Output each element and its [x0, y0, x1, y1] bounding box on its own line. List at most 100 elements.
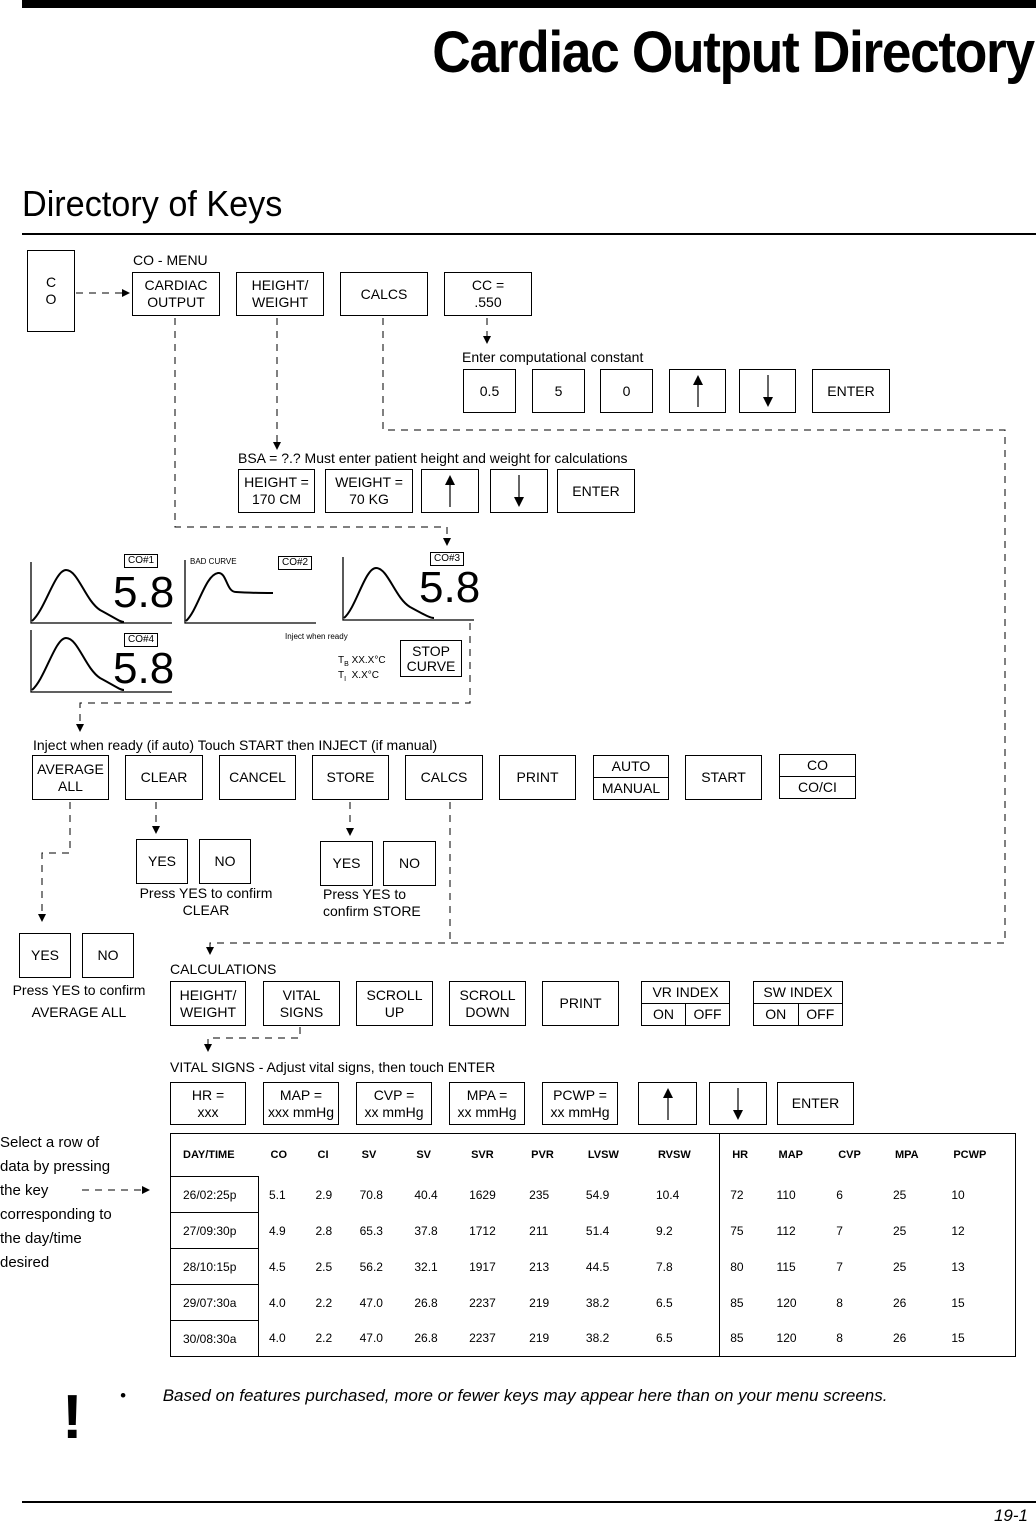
- clear-no-label: NO: [214, 853, 236, 869]
- measure-print-button[interactable]: PRINT: [499, 755, 576, 800]
- pcwp-value: xx mmHg: [550, 1103, 610, 1120]
- store-yes-button[interactable]: YES: [320, 841, 373, 886]
- column-header: MPA: [894, 1149, 919, 1162]
- stop-curve-button[interactable]: STOP CURVE: [400, 640, 462, 677]
- co-ci-option[interactable]: CO/CI: [780, 776, 855, 798]
- sw-index-off[interactable]: OFF: [797, 1004, 843, 1025]
- co-ci-toggle[interactable]: CO CO/CI: [779, 754, 856, 799]
- hr-value: xxx: [197, 1103, 219, 1120]
- measure-calcs-button[interactable]: CALCS: [405, 755, 483, 800]
- day-time-key[interactable]: 26/02:25p: [170, 1176, 259, 1213]
- vr-index-on[interactable]: ON: [642, 1004, 685, 1025]
- table-cell: 38.2: [585, 1331, 610, 1346]
- weight-button[interactable]: WEIGHT = 70 KG: [325, 469, 413, 513]
- confirm-clear-text: Press YES to confirm CLEAR: [136, 885, 276, 919]
- vitals-enter-button[interactable]: ENTER: [777, 1082, 854, 1125]
- constant-key-5-label: 5: [554, 382, 563, 399]
- day-time-key[interactable]: 30/08:30a: [170, 1320, 259, 1357]
- constant-key-5[interactable]: 5: [532, 369, 585, 413]
- hr-button[interactable]: HR = xxx: [170, 1082, 246, 1125]
- mpa-button[interactable]: MPA = xx mmHg: [449, 1082, 525, 1125]
- clear-button[interactable]: CLEAR: [125, 755, 203, 800]
- manual-option[interactable]: MANUAL: [594, 777, 668, 799]
- average-yes-button[interactable]: YES: [19, 933, 71, 978]
- table-cell: 4.5: [269, 1259, 286, 1274]
- average-no-button[interactable]: NO: [82, 933, 134, 978]
- table-cell: 2237: [469, 1295, 496, 1310]
- cardiac-output-line1: CARDIAC: [144, 277, 208, 293]
- calc-print-button[interactable]: PRINT: [542, 981, 619, 1026]
- bsa-down-button[interactable]: [490, 469, 548, 513]
- co-key[interactable]: C O: [27, 250, 75, 332]
- table-cell: 9.2: [655, 1223, 673, 1238]
- sw-index-toggle[interactable]: SW INDEX ON OFF: [753, 981, 843, 1026]
- map-line1: MAP =: [279, 1086, 323, 1103]
- weight-value: 70 KG: [349, 491, 389, 507]
- cvp-button[interactable]: CVP = xx mmHg: [356, 1082, 432, 1125]
- constant-enter-button[interactable]: ENTER: [812, 369, 890, 413]
- column-header: DAY/TIME: [183, 1149, 235, 1161]
- start-label: START: [701, 769, 746, 785]
- constant-enter-label: ENTER: [827, 382, 875, 399]
- bsa-enter-button[interactable]: ENTER: [557, 469, 635, 513]
- vr-index-toggle[interactable]: VR INDEX ON OFF: [641, 981, 730, 1026]
- table-cell: 26.8: [414, 1295, 438, 1310]
- confirm-average-line1: Press YES to confirm: [12, 982, 146, 998]
- confirm-clear-line2: CLEAR: [182, 902, 230, 918]
- table-cell: 219: [529, 1331, 550, 1346]
- constant-key-0[interactable]: 0: [600, 369, 653, 413]
- calc-height-weight-button[interactable]: HEIGHT/ WEIGHT: [170, 981, 246, 1026]
- table-cell: 15: [951, 1331, 965, 1346]
- clear-yes-button[interactable]: YES: [136, 839, 188, 884]
- day-time-key[interactable]: 27/09:30p: [170, 1212, 259, 1249]
- store-no-button[interactable]: NO: [383, 841, 436, 886]
- day-time-key[interactable]: 29/07:30a: [170, 1284, 259, 1321]
- height-button[interactable]: HEIGHT = 170 CM: [238, 469, 315, 513]
- table-cell: 32.1: [414, 1259, 438, 1274]
- pcwp-button[interactable]: PCWP = xx mmHg: [542, 1082, 618, 1125]
- select-row-note: Select a row of data by pressing the key…: [0, 1131, 112, 1275]
- co-option[interactable]: CO: [780, 755, 855, 776]
- auto-manual-toggle[interactable]: AUTO MANUAL: [593, 755, 669, 800]
- sw-index-title: SW INDEX: [763, 984, 833, 1000]
- scroll-up-button[interactable]: SCROLL UP: [356, 981, 433, 1026]
- auto-option[interactable]: AUTO: [594, 756, 668, 777]
- store-button[interactable]: STORE: [312, 755, 389, 800]
- co1-value: 5.8: [113, 568, 175, 617]
- scroll-up-line1: SCROLL: [366, 986, 423, 1003]
- table-cell: 1629: [469, 1187, 496, 1202]
- sw-index-on[interactable]: ON: [754, 1004, 798, 1025]
- co4-value: 5.8: [113, 644, 175, 693]
- constant-up-button[interactable]: [669, 369, 726, 413]
- height-weight-button[interactable]: HEIGHT/ WEIGHT: [236, 272, 324, 316]
- constant-down-button[interactable]: [739, 369, 796, 413]
- scroll-up-line2: UP: [384, 1003, 405, 1020]
- vital-signs-line1: VITAL: [282, 986, 321, 1003]
- table-cell: 85: [719, 1320, 767, 1357]
- clear-no-button[interactable]: NO: [199, 839, 251, 884]
- cc-button[interactable]: CC = .550: [444, 272, 532, 316]
- arrow-up-icon: [445, 475, 455, 507]
- cancel-button[interactable]: CANCEL: [219, 755, 296, 800]
- average-all-button[interactable]: AVERAGE ALL: [32, 755, 109, 800]
- vr-index-off[interactable]: OFF: [685, 1004, 729, 1025]
- vital-signs-button[interactable]: VITAL SIGNS: [263, 981, 340, 1026]
- average-no-label: NO: [97, 947, 119, 963]
- constant-key-0-5-label: 0.5: [479, 382, 500, 399]
- constant-key-0-5[interactable]: 0.5: [463, 369, 516, 413]
- scroll-down-button[interactable]: SCROLL DOWN: [449, 981, 526, 1026]
- calcs-button[interactable]: CALCS: [340, 272, 428, 316]
- table-cell: 7: [836, 1223, 843, 1238]
- cardiac-output-button[interactable]: CARDIAC OUTPUT: [132, 272, 220, 316]
- map-button[interactable]: MAP = xxx mmHg: [263, 1082, 339, 1125]
- day-time-key[interactable]: 28/10:15p: [170, 1248, 259, 1285]
- start-button[interactable]: START: [685, 755, 762, 800]
- table-cell: 4.0: [269, 1295, 286, 1310]
- vitals-down-button[interactable]: [709, 1082, 767, 1125]
- vitals-up-button[interactable]: [638, 1082, 697, 1125]
- clear-label: CLEAR: [140, 769, 188, 785]
- column-header: CVP: [838, 1149, 861, 1162]
- measure-calcs-label: CALCS: [420, 769, 468, 785]
- bsa-up-button[interactable]: [421, 469, 479, 513]
- table-cell: 26: [892, 1295, 907, 1310]
